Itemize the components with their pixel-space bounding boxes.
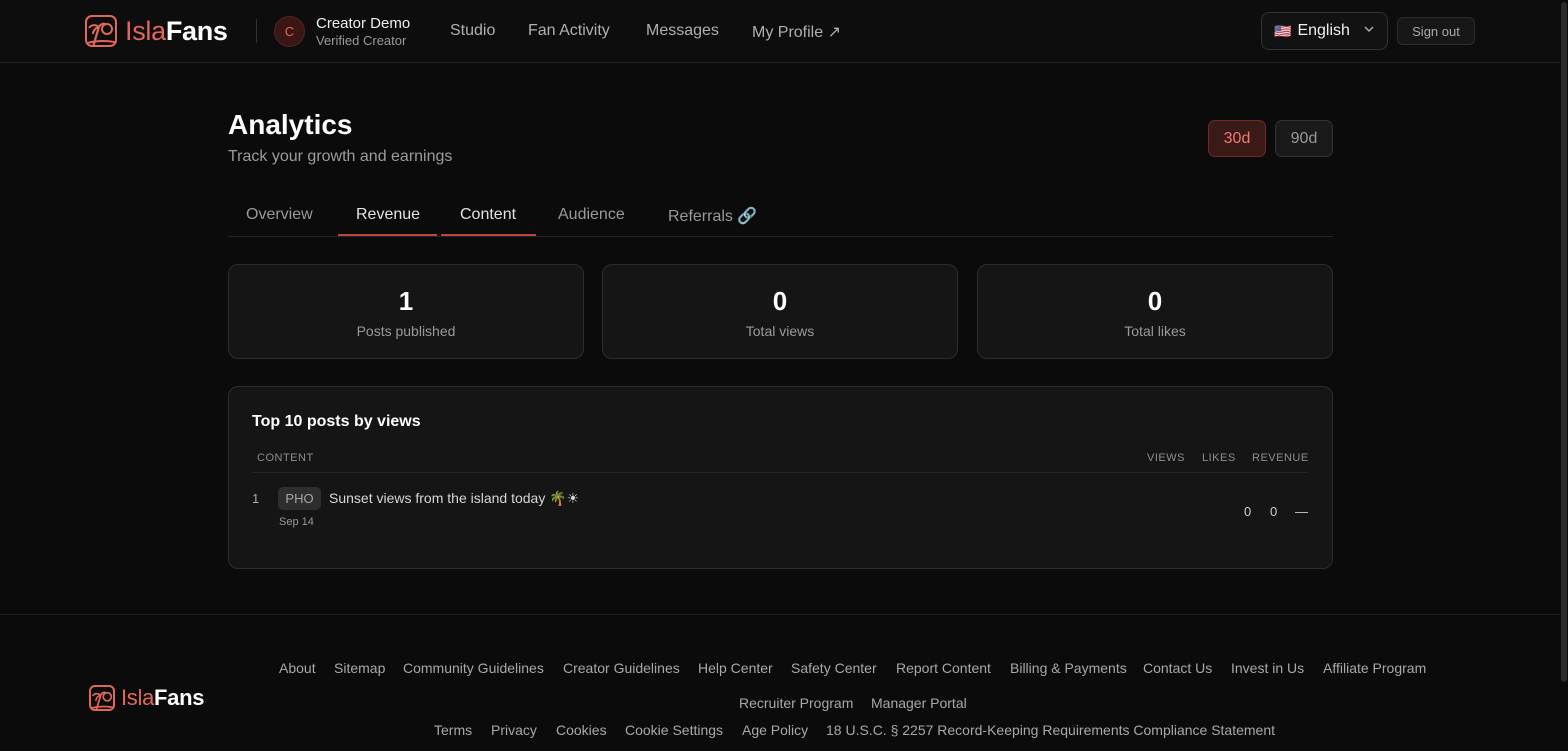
range-30d-button[interactable]: 30d bbox=[1208, 120, 1266, 157]
stat-card-total-views: 0 Total views bbox=[602, 264, 958, 359]
post-type-badge: PHO bbox=[278, 487, 321, 510]
range-90d-button[interactable]: 90d bbox=[1275, 120, 1333, 157]
tab-content[interactable]: Content bbox=[460, 206, 516, 224]
footer-link-recruiter-program[interactable]: Recruiter Program bbox=[739, 695, 853, 711]
footer-link-community-guidelines[interactable]: Community Guidelines bbox=[403, 660, 544, 676]
column-header-content: CONTENT bbox=[257, 452, 314, 464]
brand-wordmark: IslaFans bbox=[125, 16, 228, 47]
stat-card-total-likes: 0 Total likes bbox=[977, 264, 1333, 359]
footer-link-age-policy[interactable]: Age Policy bbox=[742, 722, 808, 738]
user-role: Verified Creator bbox=[316, 33, 407, 48]
footer-link-billing-payments[interactable]: Billing & Payments bbox=[1010, 660, 1127, 676]
column-header-likes: LIKES bbox=[1202, 452, 1236, 464]
post-title[interactable]: Sunset views from the island today 🌴☀ bbox=[329, 490, 579, 507]
tab-content-underline bbox=[441, 234, 536, 236]
footer-link-invest-in-us[interactable]: Invest in Us bbox=[1231, 660, 1304, 676]
page-scrollbar[interactable] bbox=[1560, 0, 1568, 751]
header-divider bbox=[256, 19, 257, 43]
sign-out-button[interactable]: Sign out bbox=[1397, 17, 1475, 45]
panel-title: Top 10 posts by views bbox=[252, 413, 421, 430]
brand-wordmark-part1: Isla bbox=[125, 15, 166, 46]
footer-divider bbox=[0, 614, 1568, 615]
page-subtitle: Track your growth and earnings bbox=[228, 148, 453, 165]
footer-link-safety-center[interactable]: Safety Center bbox=[791, 660, 877, 676]
footer-link-about[interactable]: About bbox=[279, 660, 316, 676]
stat-value: 1 bbox=[398, 286, 414, 316]
footer-link-help-center[interactable]: Help Center bbox=[698, 660, 773, 676]
post-date: Sep 14 bbox=[279, 516, 314, 528]
language-label: English bbox=[1297, 22, 1350, 39]
row-rank: 1 bbox=[252, 491, 260, 506]
tab-revenue[interactable]: Revenue bbox=[356, 206, 420, 224]
nav-link-my-profile[interactable]: My Profile ↗ bbox=[752, 22, 841, 42]
avatar[interactable]: C bbox=[274, 16, 305, 47]
palm-sunset-logo-icon bbox=[85, 15, 117, 47]
us-flag-icon: 🇺🇸 bbox=[1274, 22, 1292, 39]
stat-value: 0 bbox=[1147, 286, 1163, 316]
tabs-divider bbox=[228, 236, 1333, 237]
stat-label: Total views bbox=[745, 323, 815, 339]
nav-link-messages[interactable]: Messages bbox=[646, 22, 719, 40]
footer-brand-logo[interactable]: IslaFans bbox=[89, 685, 205, 711]
post-revenue: — bbox=[1295, 504, 1308, 519]
top-navigation-bar: IslaFans C Creator Demo Verified Creator… bbox=[0, 0, 1568, 63]
nav-link-fan-activity[interactable]: Fan Activity bbox=[528, 22, 610, 40]
nav-link-studio[interactable]: Studio bbox=[450, 22, 495, 40]
tab-revenue-underline bbox=[338, 234, 437, 236]
footer-link-privacy[interactable]: Privacy bbox=[491, 722, 537, 738]
language-selector[interactable]: 🇺🇸 English bbox=[1261, 12, 1388, 50]
footer-link-manager-portal[interactable]: Manager Portal bbox=[871, 695, 967, 711]
table-header-divider bbox=[252, 472, 1308, 473]
tab-referrals[interactable]: Referrals 🔗 bbox=[668, 206, 757, 226]
column-header-views: VIEWS bbox=[1147, 452, 1185, 464]
stat-label: Total likes bbox=[1124, 323, 1186, 339]
footer-link-sitemap[interactable]: Sitemap bbox=[334, 660, 385, 676]
footer-wordmark-part1: Isla bbox=[121, 685, 155, 710]
stat-value: 0 bbox=[772, 286, 788, 316]
footer-link-2257-statement[interactable]: 18 U.S.C. § 2257 Record-Keeping Requirem… bbox=[826, 722, 1275, 738]
chevron-down-icon bbox=[1364, 26, 1374, 33]
footer-brand-wordmark: IslaFans bbox=[121, 685, 205, 711]
tab-overview[interactable]: Overview bbox=[246, 206, 313, 224]
footer-link-affiliate-program[interactable]: Affiliate Program bbox=[1323, 660, 1426, 676]
page-title: Analytics bbox=[228, 109, 353, 140]
footer-link-contact-us[interactable]: Contact Us bbox=[1143, 660, 1212, 676]
user-name: Creator Demo bbox=[316, 15, 411, 32]
stat-label: Posts published bbox=[356, 323, 456, 339]
palm-sunset-logo-icon bbox=[89, 685, 115, 711]
brand-wordmark-part2: Fans bbox=[165, 15, 228, 46]
tab-audience[interactable]: Audience bbox=[558, 206, 625, 224]
column-header-revenue: REVENUE bbox=[1252, 452, 1309, 464]
footer-link-report-content[interactable]: Report Content bbox=[896, 660, 991, 676]
top-posts-panel: Top 10 posts by views CONTENT VIEWS LIKE… bbox=[228, 386, 1333, 569]
footer-wordmark-part2: Fans bbox=[154, 685, 205, 710]
brand-logo[interactable]: IslaFans bbox=[85, 14, 228, 48]
footer-link-creator-guidelines[interactable]: Creator Guidelines bbox=[563, 660, 680, 676]
footer-link-cookie-settings[interactable]: Cookie Settings bbox=[625, 722, 723, 738]
post-likes: 0 bbox=[1270, 504, 1278, 519]
scrollbar-thumb[interactable] bbox=[1561, 2, 1567, 682]
footer-link-cookies[interactable]: Cookies bbox=[556, 722, 607, 738]
stat-card-posts-published: 1 Posts published bbox=[228, 264, 584, 359]
footer-link-terms[interactable]: Terms bbox=[434, 722, 472, 738]
post-views: 0 bbox=[1244, 504, 1252, 519]
